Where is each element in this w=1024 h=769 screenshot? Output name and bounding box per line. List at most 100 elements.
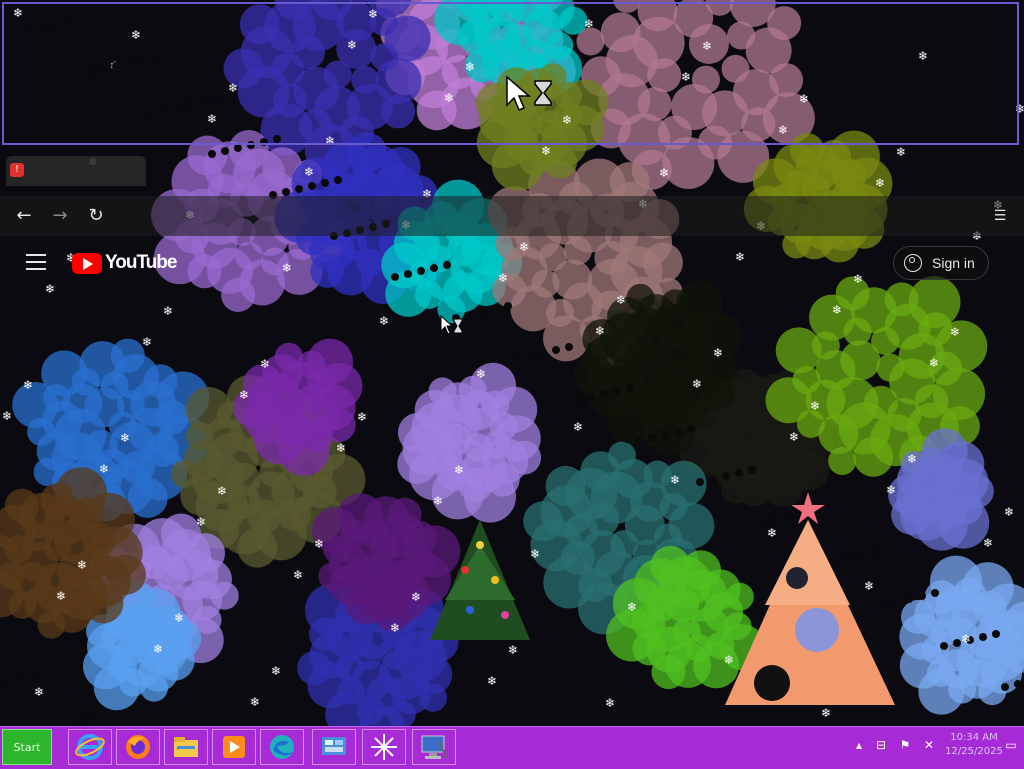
internet-explorer-icon bbox=[75, 734, 105, 760]
svg-text:❄: ❄ bbox=[260, 357, 270, 371]
svg-text:❄: ❄ bbox=[659, 166, 669, 180]
notifications-icon[interactable]: ▭ bbox=[1004, 738, 1018, 752]
svg-text:❄: ❄ bbox=[573, 420, 583, 434]
svg-text:❄: ❄ bbox=[487, 674, 497, 688]
svg-text:❄: ❄ bbox=[853, 272, 863, 286]
svg-text:❄: ❄ bbox=[45, 282, 55, 296]
svg-text:❄: ❄ bbox=[789, 430, 799, 444]
show-hidden-icons-icon[interactable]: ▴ bbox=[852, 738, 866, 752]
youtube-play-icon bbox=[72, 252, 102, 274]
internet-explorer-button[interactable] bbox=[68, 729, 112, 765]
svg-text:❄: ❄ bbox=[99, 462, 109, 476]
svg-text:❄: ❄ bbox=[304, 165, 314, 179]
snowflake-app-icon bbox=[371, 734, 397, 760]
youtube-logo-text: YouTube bbox=[105, 252, 177, 273]
svg-text:❄: ❄ bbox=[476, 367, 486, 381]
svg-text:❄: ❄ bbox=[120, 431, 130, 445]
svg-text:❄: ❄ bbox=[616, 293, 626, 307]
svg-text:❄: ❄ bbox=[692, 377, 702, 391]
forward-button[interactable]: → bbox=[48, 204, 72, 228]
svg-text:❄: ❄ bbox=[595, 324, 605, 338]
busy-cursor-icon bbox=[506, 75, 552, 111]
svg-text:❄: ❄ bbox=[767, 526, 777, 540]
svg-text:❄: ❄ bbox=[875, 176, 885, 190]
svg-text:❄: ❄ bbox=[670, 473, 680, 487]
ghost-window-frame bbox=[2, 2, 1019, 145]
computer-button[interactable] bbox=[412, 729, 456, 765]
svg-text:❄: ❄ bbox=[77, 558, 87, 572]
svg-text:❄: ❄ bbox=[411, 590, 421, 604]
file-explorer-button[interactable] bbox=[164, 729, 208, 765]
clock-date: 12/25/2025 bbox=[945, 746, 1003, 757]
svg-text:❄: ❄ bbox=[821, 706, 831, 720]
volume-muted-icon[interactable]: ✕ bbox=[922, 738, 936, 752]
clock[interactable]: 10:34 AM 12/25/2025 bbox=[944, 731, 1004, 759]
clock-time: 10:34 AM bbox=[950, 732, 998, 743]
browser-navbar bbox=[0, 196, 1024, 236]
guide-menu-button[interactable] bbox=[26, 254, 46, 270]
svg-text:❄: ❄ bbox=[433, 494, 443, 508]
svg-text:❄: ❄ bbox=[293, 568, 303, 582]
svg-text:❄: ❄ bbox=[498, 271, 508, 285]
svg-text:❄: ❄ bbox=[832, 303, 842, 317]
back-button[interactable]: ← bbox=[12, 204, 36, 228]
svg-text:❄: ❄ bbox=[961, 632, 971, 646]
svg-text:❄: ❄ bbox=[390, 621, 400, 635]
svg-text:❄: ❄ bbox=[196, 515, 206, 529]
svg-text:❄: ❄ bbox=[357, 410, 367, 424]
svg-text:❄: ❄ bbox=[724, 653, 734, 667]
svg-text:❄: ❄ bbox=[336, 441, 346, 455]
svg-text:❄: ❄ bbox=[454, 463, 464, 477]
tab-favicon-icon: ! bbox=[10, 163, 24, 177]
svg-text:❄: ❄ bbox=[1004, 505, 1014, 519]
start-label: Start bbox=[13, 740, 41, 754]
menu-icon[interactable]: ☰ bbox=[988, 204, 1012, 228]
network-icon[interactable]: ⊟ bbox=[874, 738, 888, 752]
svg-text:❄: ❄ bbox=[217, 484, 227, 498]
svg-text:❄: ❄ bbox=[2, 409, 12, 423]
media-player-icon bbox=[223, 736, 245, 758]
svg-text:❄: ❄ bbox=[907, 452, 917, 466]
start-button[interactable]: Start bbox=[2, 729, 52, 765]
sign-in-button[interactable]: Sign in bbox=[893, 246, 989, 280]
svg-text:❄: ❄ bbox=[239, 388, 249, 402]
youtube-logo[interactable]: YouTube bbox=[72, 252, 177, 274]
svg-text:❄: ❄ bbox=[271, 664, 281, 678]
account-icon bbox=[904, 254, 922, 272]
snowflake-app-button[interactable] bbox=[362, 729, 406, 765]
sign-in-label: Sign in bbox=[932, 255, 975, 271]
svg-text:❄: ❄ bbox=[174, 611, 184, 625]
svg-text:❄: ❄ bbox=[929, 356, 939, 370]
file-explorer-icon bbox=[174, 737, 198, 757]
svg-text:❄: ❄ bbox=[153, 642, 163, 656]
svg-text:❄: ❄ bbox=[627, 600, 637, 614]
svg-text:❄: ❄ bbox=[950, 325, 960, 339]
svg-text:❄: ❄ bbox=[508, 643, 518, 657]
svg-text:❄: ❄ bbox=[541, 144, 551, 158]
svg-text:❄: ❄ bbox=[605, 696, 615, 710]
control-panel-button[interactable] bbox=[312, 729, 356, 765]
svg-text:❄: ❄ bbox=[810, 399, 820, 413]
firefox-button[interactable] bbox=[116, 729, 160, 765]
svg-text:❄: ❄ bbox=[713, 346, 723, 360]
svg-text:❄: ❄ bbox=[379, 314, 389, 328]
busy-cursor-icon-small bbox=[440, 315, 463, 335]
svg-text:❄: ❄ bbox=[519, 240, 529, 254]
svg-text:❄: ❄ bbox=[896, 145, 906, 159]
svg-text:❄: ❄ bbox=[163, 304, 173, 318]
svg-text:❄: ❄ bbox=[56, 589, 66, 603]
edge-button[interactable] bbox=[260, 729, 304, 765]
svg-text:❄: ❄ bbox=[530, 547, 540, 561]
browser-tab[interactable] bbox=[6, 156, 146, 186]
svg-text:❄: ❄ bbox=[314, 537, 324, 551]
svg-text:❄: ❄ bbox=[142, 335, 152, 349]
reload-button[interactable]: ↻ bbox=[84, 204, 108, 228]
svg-text:❄: ❄ bbox=[864, 579, 874, 593]
svg-text:❄: ❄ bbox=[34, 685, 44, 699]
action-center-flag-icon[interactable]: ⚑ bbox=[898, 738, 912, 752]
svg-text:❄: ❄ bbox=[23, 378, 33, 392]
media-player-button[interactable] bbox=[212, 729, 256, 765]
edge-icon bbox=[270, 735, 294, 759]
control-panel-icon bbox=[322, 737, 346, 755]
svg-text:❄: ❄ bbox=[983, 536, 993, 550]
